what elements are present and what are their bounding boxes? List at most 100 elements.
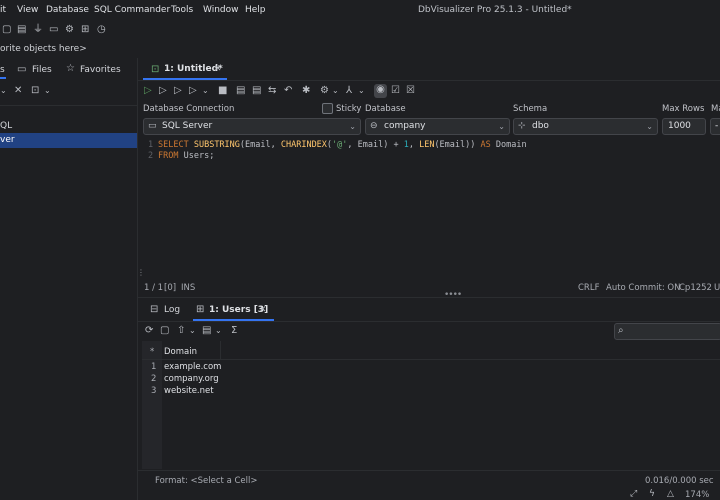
history-icon[interactable]: ◷: [97, 24, 106, 36]
max-rows-input[interactable]: 1000: [662, 118, 706, 135]
sticky-checkbox[interactable]: [322, 103, 333, 114]
run-explain-icon[interactable]: ▷: [189, 85, 197, 97]
gear-icon[interactable]: ⚙: [65, 24, 74, 36]
collapse-icon[interactable]: ✕: [14, 85, 22, 97]
menu-item-edit[interactable]: it: [0, 5, 6, 15]
star-icon: ☆: [66, 63, 75, 74]
grid-cell[interactable]: website.net: [164, 386, 214, 396]
cell-format-status: Format: <Select a Cell>: [155, 476, 258, 486]
search-input[interactable]: ⌕: [614, 323, 720, 340]
tree-item-sql[interactable]: QL: [0, 121, 12, 131]
chart-icon[interactable]: ⊞: [81, 24, 89, 36]
status-extra: U: [714, 283, 720, 293]
database-value: company: [384, 121, 426, 131]
menu-item-help[interactable]: Help: [245, 5, 266, 15]
chevron-down-icon: ⌄: [349, 122, 356, 131]
close-tab-icon[interactable]: ✕: [259, 304, 267, 316]
line-number: 2: [148, 151, 154, 161]
function: SUBSTRING: [193, 140, 240, 150]
save-script-icon[interactable]: ▤: [236, 85, 245, 97]
menu-item-tools[interactable]: Tools: [171, 5, 193, 15]
max-chars-label: Ma: [711, 104, 720, 114]
menu-item-window[interactable]: Window: [203, 5, 239, 15]
chevron-down-icon[interactable]: ⌄: [202, 85, 209, 97]
close-tab-icon[interactable]: ✕: [214, 63, 222, 75]
lightning-icon[interactable]: ϟ: [649, 488, 655, 500]
chevron-down-icon[interactable]: ⌄: [332, 85, 339, 97]
wand-icon[interactable]: ✱: [302, 85, 310, 97]
row-header-column: [142, 341, 162, 469]
schema-value: dbo: [532, 121, 549, 131]
files-icon: ▭: [17, 64, 27, 75]
keyword: AS: [480, 140, 491, 150]
row-number: 2: [151, 374, 157, 384]
chevron-down-icon: ⌄: [498, 122, 505, 131]
run-buffer-icon[interactable]: ▷: [174, 85, 182, 97]
grid-cell[interactable]: example.com: [164, 362, 221, 372]
grid-cell[interactable]: company.org: [164, 374, 219, 384]
stop-icon[interactable]: ■: [218, 85, 227, 97]
search-icon: ⌕: [618, 325, 624, 336]
sticky-label: Sticky: [336, 104, 362, 114]
connect-icon[interactable]: ⏚: [33, 24, 43, 36]
grid-header: [142, 341, 720, 360]
menu-bar: it View Database SQL Commander Tools Win…: [0, 0, 720, 20]
auto-commit-status: Auto Commit: ON: [606, 283, 681, 293]
db-connection-select[interactable]: ▭ SQL Server ⌄: [143, 118, 361, 135]
chevron-down-icon[interactable]: ⌄: [215, 325, 222, 337]
chevron-down-icon[interactable]: ⌄: [44, 85, 51, 97]
menu-item-sql-commander[interactable]: SQL Commander: [94, 5, 170, 15]
insert-mode: INS: [181, 283, 196, 293]
fork-icon[interactable]: ⅄: [346, 85, 352, 97]
square-icon[interactable]: ▢: [2, 24, 11, 36]
document-icon[interactable]: ▤: [202, 325, 211, 337]
export-icon[interactable]: ⇧: [177, 325, 185, 337]
autocommit-toggle-icon[interactable]: ◉: [374, 84, 387, 98]
sum-icon[interactable]: Σ: [231, 325, 237, 337]
schema-select[interactable]: ⊹ dbo ⌄: [513, 118, 658, 135]
keyword: SELECT: [158, 140, 189, 150]
save-as-icon[interactable]: ▤: [252, 85, 261, 97]
tab-log[interactable]: Log: [164, 305, 180, 315]
sql-editor[interactable]: 1 2 SELECT SUBSTRING(Email, CHARINDEX('@…: [142, 137, 720, 265]
execution-time: 0.016/0.000 sec: [645, 476, 714, 486]
tab-connections[interactable]: s: [0, 65, 5, 75]
undo-icon[interactable]: ↶: [284, 85, 292, 97]
select-all-marker[interactable]: *: [150, 347, 154, 357]
run-current-icon[interactable]: ▷: [159, 85, 167, 97]
column-header-domain[interactable]: Domain: [164, 347, 197, 357]
database-select[interactable]: ⊖ company ⌄: [365, 118, 510, 135]
menu-item-view[interactable]: View: [17, 5, 38, 15]
refresh-icon[interactable]: ⟳: [145, 325, 153, 337]
rollback-icon[interactable]: ☒: [406, 85, 415, 97]
chevron-down-icon[interactable]: ⌄: [358, 85, 365, 97]
export-icon[interactable]: ⊡: [31, 85, 39, 97]
settings-icon[interactable]: ⚙: [320, 85, 329, 97]
function: CHARINDEX: [280, 140, 327, 150]
commit-icon[interactable]: ☑: [391, 85, 400, 97]
format-icon[interactable]: ⇆: [268, 85, 276, 97]
line-number: 1: [148, 140, 154, 150]
expand-icon[interactable]: ⤢: [630, 488, 637, 500]
stop-icon[interactable]: ▢: [160, 325, 169, 337]
function: LEN: [419, 140, 435, 150]
tree-item-selected[interactable]: ver: [0, 133, 137, 148]
chevron-down-icon[interactable]: ⌄: [189, 325, 196, 337]
menu-item-database[interactable]: Database: [46, 5, 89, 15]
tab-files[interactable]: Files: [32, 65, 52, 75]
tab-favorites[interactable]: Favorites: [80, 65, 121, 75]
favorites-bar: orite objects here>: [0, 40, 720, 58]
selection-count: [0]: [164, 283, 177, 293]
document-icon[interactable]: ▭: [49, 24, 58, 36]
encoding: Cp1252: [679, 283, 712, 293]
string-literal: '@': [332, 140, 348, 150]
database-icon: ▭: [148, 121, 157, 131]
splitter-handle[interactable]: ••••: [444, 290, 462, 300]
side-splitter-handle[interactable]: ⋮: [137, 268, 145, 277]
warning-icon[interactable]: △: [667, 488, 674, 500]
code-text: (Email)): [434, 140, 481, 150]
run-icon[interactable]: ▷: [144, 85, 152, 97]
save-icon[interactable]: ▤: [17, 24, 26, 36]
max-chars-input[interactable]: -: [710, 118, 720, 135]
chevron-down-icon[interactable]: ⌄: [0, 85, 7, 97]
